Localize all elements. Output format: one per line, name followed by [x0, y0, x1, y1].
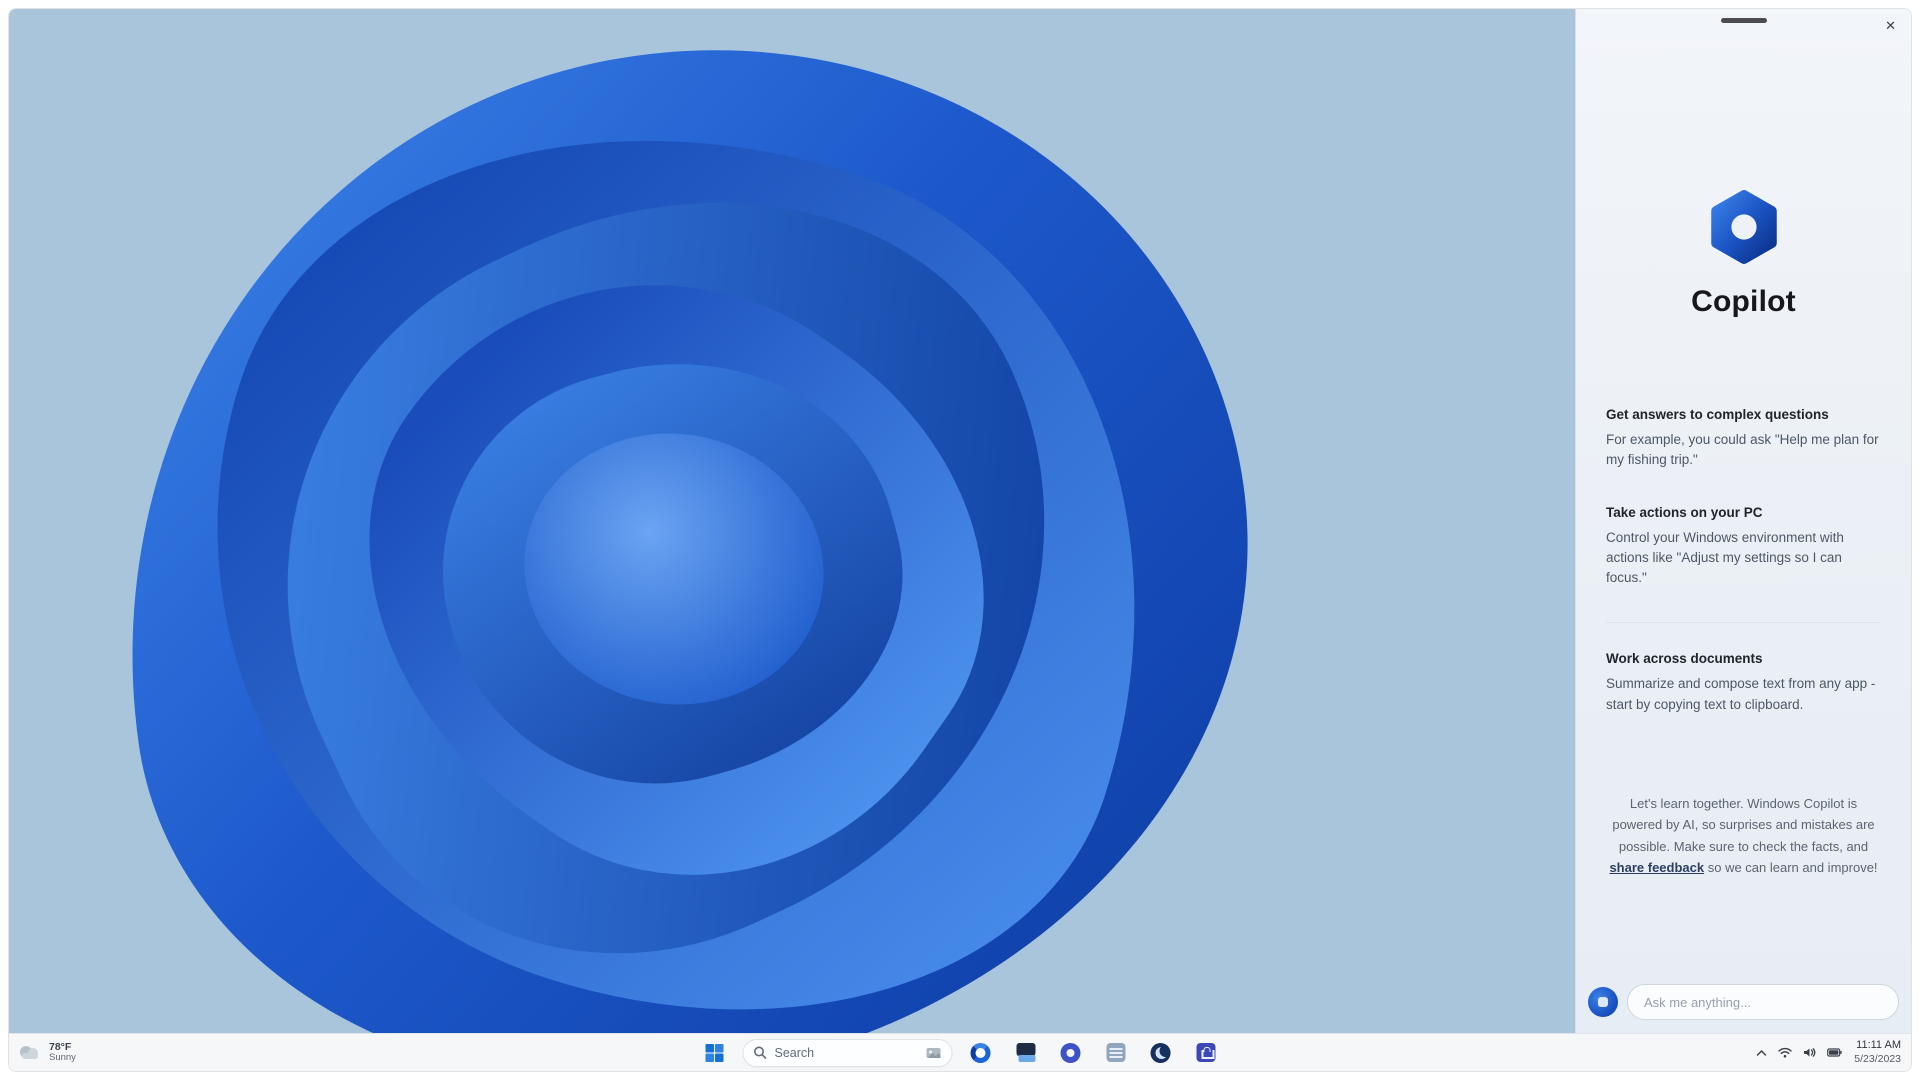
speaker-icon: [1804, 1048, 1816, 1057]
capability-section: Get answers to complex questions For exa…: [1606, 407, 1881, 471]
taskbar-center-group: Search: [698, 1038, 1223, 1068]
section-body: For example, you could ask "Help me plan…: [1606, 432, 1879, 468]
search-icon: [754, 1046, 767, 1059]
battery-icon: [1827, 1048, 1842, 1057]
taskbar-copilot-button[interactable]: [964, 1038, 998, 1068]
copilot-panel: ✕ Copilot Get answers to complex questio…: [1575, 9, 1911, 1033]
disclaimer-text: so we can learn and improve!: [1704, 860, 1878, 876]
search-box[interactable]: Search: [742, 1038, 953, 1067]
taskbar-documents-button[interactable]: [1099, 1038, 1133, 1068]
screen: ✕ Copilot Get answers to complex questio…: [0, 0, 1920, 1080]
panel-drag-handle[interactable]: [1720, 18, 1767, 23]
ask-me-anything-input[interactable]: [1627, 984, 1899, 1020]
panel-title: Copilot: [1691, 285, 1796, 318]
capability-section: Work across documents Summarize and comp…: [1606, 651, 1881, 715]
desktop-wallpaper: [9, 9, 1575, 1033]
tray-wifi-button[interactable]: [1778, 1047, 1792, 1058]
tray-chevron-up-button[interactable]: [1756, 1049, 1767, 1057]
section-heading: Take actions on your PC: [1606, 504, 1763, 520]
search-label: Search: [774, 1045, 815, 1060]
viewport: ✕ Copilot Get answers to complex questio…: [8, 8, 1912, 1072]
weather-widget[interactable]: 78°F Sunny: [17, 1041, 76, 1064]
store-app-icon: [1196, 1043, 1215, 1062]
documents-app-icon: [1106, 1043, 1125, 1062]
section-body: Control your Windows environment with ac…: [1606, 529, 1844, 586]
taskbar-chat-button[interactable]: [1054, 1038, 1088, 1068]
taskbar: 78°F Sunny Search 11:11 AM 5/23/2023: [9, 1033, 1911, 1071]
share-feedback-link[interactable]: share feedback: [1609, 860, 1704, 875]
copilot-app-icon: [970, 1042, 991, 1063]
close-icon[interactable]: ✕: [1882, 16, 1899, 35]
copilot-avatar-icon: [1588, 987, 1618, 1017]
tray-volume-button[interactable]: [1803, 1047, 1816, 1058]
file-explorer-icon: [1016, 1043, 1035, 1062]
capability-section: Take actions on your PC Control your Win…: [1606, 505, 1881, 589]
clock[interactable]: 11:11 AM 5/23/2023: [1854, 1039, 1901, 1066]
windows-logo-icon: [705, 1043, 724, 1062]
edge-browser-icon: [1150, 1042, 1171, 1063]
taskbar-store-button[interactable]: [1189, 1038, 1223, 1068]
clock-date: 5/23/2023: [1854, 1052, 1901, 1065]
section-body: Summarize and compose text from any app …: [1606, 676, 1876, 712]
section-divider: [1606, 622, 1881, 624]
start-button[interactable]: [698, 1038, 732, 1068]
search-highlights-icon: [926, 1047, 941, 1058]
ai-disclaimer: Let's learn together. Windows Copilot is…: [1576, 793, 1911, 879]
chevron-up-icon: [1757, 1049, 1767, 1056]
weather-cloud-icon: [20, 1046, 38, 1060]
content-row: ✕ Copilot Get answers to complex questio…: [9, 9, 1911, 1033]
section-heading: Work across documents: [1606, 651, 1763, 667]
taskbar-edge-button[interactable]: [1144, 1038, 1178, 1068]
chat-input-row: [1588, 984, 1899, 1020]
weather-condition: Sunny: [49, 1052, 76, 1064]
taskbar-file-explorer-button[interactable]: [1009, 1038, 1043, 1068]
disclaimer-text: Let's learn together. Windows Copilot is…: [1612, 795, 1875, 854]
section-heading: Get answers to complex questions: [1606, 407, 1829, 422]
wifi-icon: [1778, 1047, 1792, 1058]
system-tray: 11:11 AM 5/23/2023: [1756, 1039, 1901, 1066]
tray-battery-button[interactable]: [1827, 1048, 1842, 1057]
clock-time: 11:11 AM: [1856, 1039, 1901, 1052]
copilot-logo-icon: [1710, 190, 1777, 264]
chat-app-icon: [1060, 1042, 1081, 1063]
